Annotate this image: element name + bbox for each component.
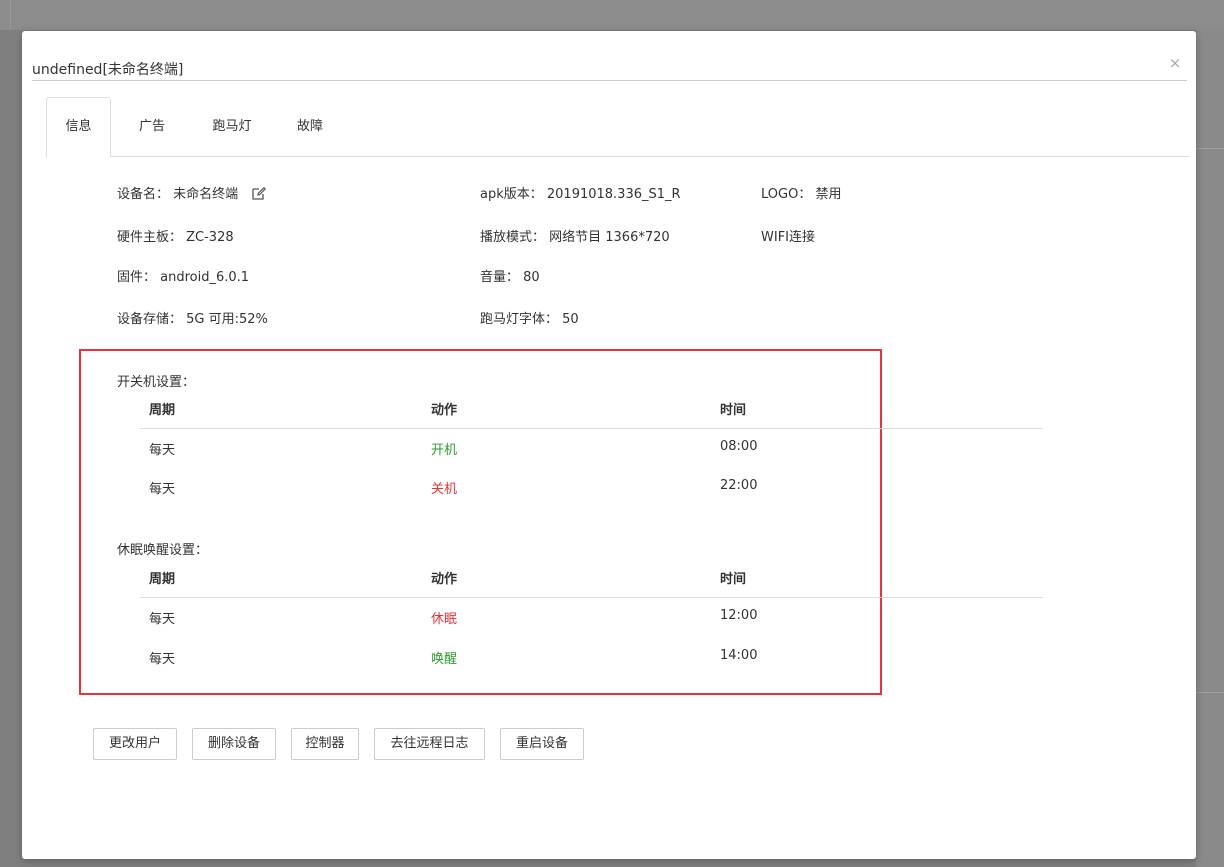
network-status: WIFI连接 xyxy=(761,230,815,245)
table-row-period: 每天 xyxy=(149,612,176,627)
power-header-action: 动作 xyxy=(431,403,458,418)
device-name-row: 设备名： 未命名终端 xyxy=(117,183,267,204)
play-mode: 播放模式： 网络节目 1366*720 xyxy=(480,230,670,245)
tab-marquee[interactable]: 跑马灯 xyxy=(204,97,260,157)
tab-fault[interactable]: 故障 xyxy=(290,97,330,157)
table-row-time: 12:00 xyxy=(720,608,758,623)
background-divider xyxy=(10,0,11,30)
dialog-title: undefined[未命名终端] xyxy=(32,62,184,78)
storage: 设备存储： 5G 可用:52% xyxy=(117,312,268,327)
hardware-board: 硬件主板： ZC-328 xyxy=(117,230,234,245)
power-header-divider xyxy=(140,428,1043,429)
device-detail-dialog: undefined[未命名终端] × 信息 广告 跑马灯 故障 设备名： 未命名… xyxy=(22,31,1196,859)
table-row-action: 休眠 xyxy=(431,612,458,627)
edit-icon[interactable] xyxy=(252,186,267,204)
background-divider xyxy=(1196,148,1224,149)
power-schedule-title: 开关机设置： xyxy=(117,375,196,390)
firmware: 固件： android_6.0.1 xyxy=(117,270,250,285)
table-row-action: 唤醒 xyxy=(431,652,458,667)
remote-log-button[interactable]: 去往远程日志 xyxy=(374,728,485,760)
logo-status: LOGO： 禁用 xyxy=(761,187,842,202)
apk-version: apk版本： 20191018.336_S1_R xyxy=(480,187,681,202)
background-divider xyxy=(1196,692,1224,693)
table-row-action: 关机 xyxy=(431,482,458,497)
highlight-box xyxy=(79,349,882,695)
power-header-period: 周期 xyxy=(149,403,176,418)
sleep-schedule-title: 休眠唤醒设置： xyxy=(117,543,209,558)
table-row-time: 08:00 xyxy=(720,439,758,454)
tab-info[interactable]: 信息 xyxy=(46,97,111,158)
tab-ads[interactable]: 广告 xyxy=(132,97,172,157)
background-overlay-top xyxy=(0,0,1224,30)
table-row-period: 每天 xyxy=(149,443,176,458)
sleep-header-time: 时间 xyxy=(720,572,747,587)
power-header-time: 时间 xyxy=(720,403,747,418)
tab-bar: 信息 广告 跑马灯 故障 xyxy=(46,97,1189,158)
device-name: 设备名： 未命名终端 xyxy=(117,187,239,202)
table-row-time: 22:00 xyxy=(720,478,758,493)
sleep-header-period: 周期 xyxy=(149,572,176,587)
restart-device-button[interactable]: 重启设备 xyxy=(500,728,584,760)
sleep-header-divider xyxy=(140,597,1043,598)
sleep-header-action: 动作 xyxy=(431,572,458,587)
table-row-period: 每天 xyxy=(149,482,176,497)
delete-device-button[interactable]: 删除设备 xyxy=(192,728,276,760)
table-row-action: 开机 xyxy=(431,443,458,458)
volume: 音量： 80 xyxy=(480,270,540,285)
controller-button[interactable]: 控制器 xyxy=(291,728,359,760)
marquee-font-size: 跑马灯字体： 50 xyxy=(480,312,579,327)
table-row-period: 每天 xyxy=(149,652,176,667)
change-user-button[interactable]: 更改用户 xyxy=(93,728,177,760)
close-icon[interactable]: × xyxy=(1167,55,1183,71)
background-page-edge xyxy=(1196,30,1224,867)
title-divider xyxy=(32,80,1187,81)
table-row-time: 14:00 xyxy=(720,648,758,663)
